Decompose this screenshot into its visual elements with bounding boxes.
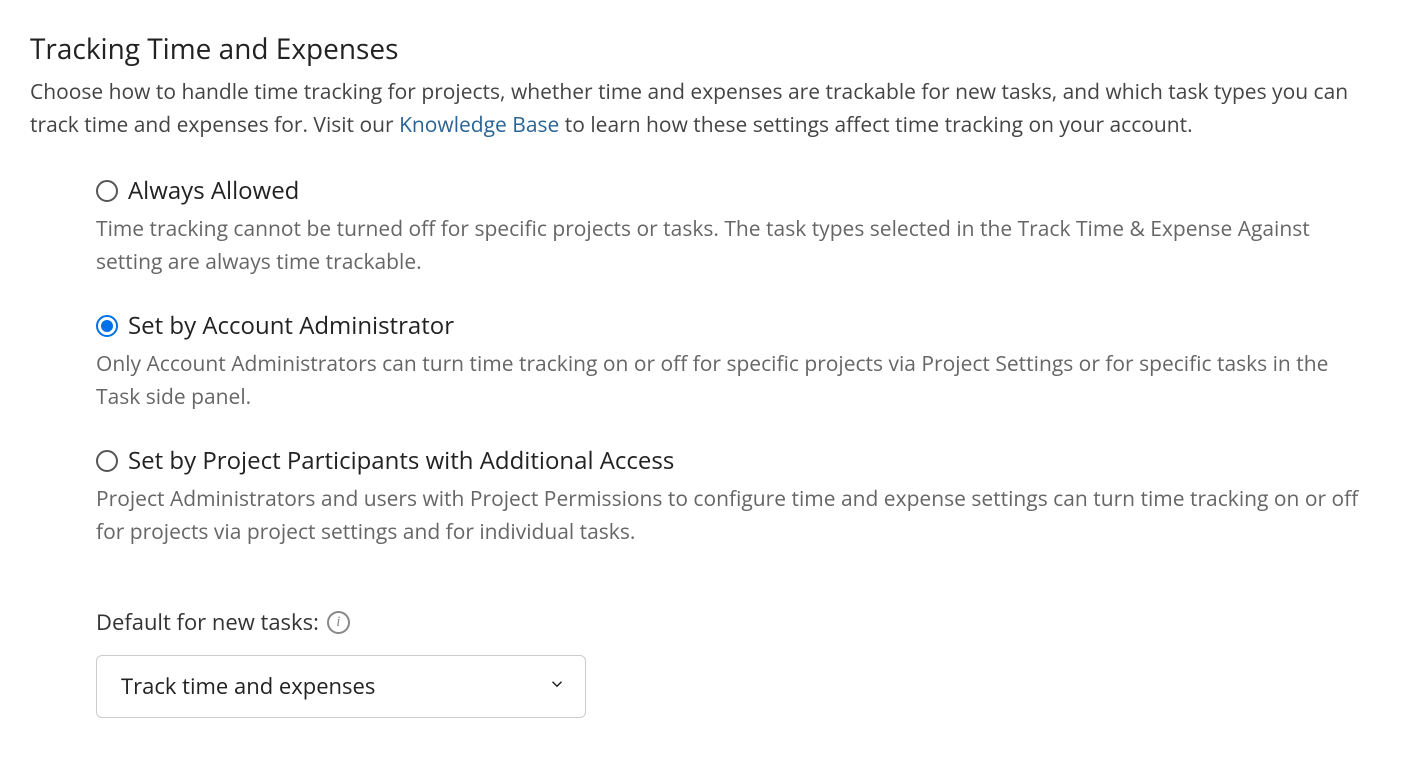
section-description: Choose how to handle time tracking for p… [30,76,1370,141]
radio-project-participants[interactable] [96,450,118,472]
option-desc: Project Administrators and users with Pr… [96,483,1378,548]
tracking-options-group: Always Allowed Time tracking cannot be t… [96,173,1378,548]
option-account-admin: Set by Account Administrator Only Accoun… [96,308,1378,413]
default-new-tasks-select[interactable]: Track time and expenses [96,655,586,718]
select-value: Track time and expenses [121,670,375,703]
radio-always-allowed[interactable] [96,180,118,202]
option-title: Set by Project Participants with Additio… [128,443,674,479]
option-title: Set by Account Administrator [128,308,454,344]
option-always-allowed: Always Allowed Time tracking cannot be t… [96,173,1378,278]
option-desc: Time tracking cannot be turned off for s… [96,213,1378,278]
desc-after: to learn how these settings affect time … [559,111,1192,139]
default-label: Default for new tasks: [96,606,319,639]
option-title: Always Allowed [128,173,299,209]
knowledge-base-link[interactable]: Knowledge Base [399,111,559,139]
info-icon[interactable]: i [327,611,350,634]
radio-account-admin[interactable] [96,315,118,337]
default-new-tasks-row: Default for new tasks: i Track time and … [96,606,1378,718]
option-desc: Only Account Administrators can turn tim… [96,348,1378,413]
section-title: Tracking Time and Expenses [30,28,1378,70]
tracking-settings-section: Tracking Time and Expenses Choose how to… [30,28,1378,718]
option-project-participants: Set by Project Participants with Additio… [96,443,1378,548]
